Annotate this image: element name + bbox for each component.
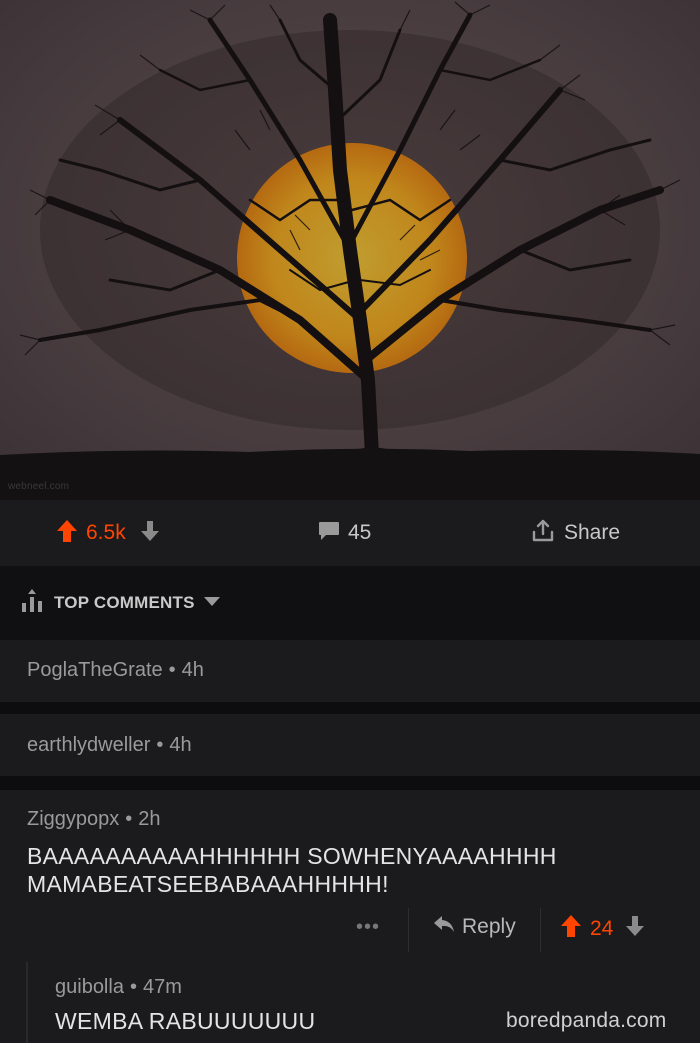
comment-action-bar: ••• Reply 24 [0, 904, 700, 956]
comment-author[interactable]: earthlydweller [27, 734, 150, 756]
image-watermark: webneel.com [8, 481, 70, 492]
reply-body: WEMBA RABUUUUUUU [55, 1008, 316, 1034]
reply-label: Reply [462, 914, 516, 938]
post-action-bar: 6.5k 45 Share [0, 500, 700, 566]
more-options-button[interactable]: ••• [356, 916, 380, 939]
collapsed-comment[interactable]: PoglaTheGrate • 4h [0, 640, 700, 702]
comment-author[interactable]: Ziggypopx [27, 808, 119, 830]
comment-meta: earthlydweller • 4h [27, 734, 192, 756]
post-score: 6.5k [86, 521, 126, 544]
comment-score: 24 [590, 916, 614, 940]
reply-author[interactable]: guibolla [55, 976, 124, 998]
comments-button[interactable]: 45 [318, 500, 371, 566]
reply-age: 47m [142, 976, 182, 998]
comment-sort-bar[interactable]: TOP COMMENTS [0, 566, 700, 640]
comment-body-line: MAMABEATSEEBABAAAHHHHH! [27, 871, 389, 897]
divider [0, 776, 700, 790]
share-button[interactable]: Share [530, 500, 620, 566]
divider [408, 908, 409, 952]
ground [0, 448, 700, 500]
comment-age: 2h [138, 808, 161, 830]
comments-count: 45 [348, 521, 372, 544]
comment-bubble-icon [318, 521, 340, 546]
reply-button[interactable]: Reply [432, 914, 516, 939]
comment-body-line: BAAAAAAAAAAHHHHHH SOWHENYAAAAHHHH [27, 843, 557, 869]
sort-dropdown[interactable]: TOP COMMENTS [20, 566, 221, 640]
tree-sunset-illustration [0, 0, 700, 500]
divider [540, 908, 541, 952]
upvote-icon[interactable] [560, 914, 582, 943]
reply-meta: guibolla • 47m [55, 976, 182, 998]
top-rank-icon [20, 588, 46, 618]
sort-label: TOP COMMENTS [54, 593, 195, 612]
collapsed-comment[interactable]: earthlydweller • 4h [0, 714, 700, 776]
share-icon [530, 518, 556, 549]
divider [0, 702, 700, 714]
comment-age: 4h [169, 734, 192, 756]
site-watermark: boredpanda.com [506, 1009, 667, 1032]
reply-arrow-icon [432, 914, 456, 939]
upvote-icon[interactable] [56, 519, 78, 548]
post-image[interactable] [0, 0, 700, 500]
comment-vote-group: 24 [560, 914, 645, 943]
downvote-icon[interactable] [140, 520, 160, 547]
comment-meta: Ziggypopx • 2h [27, 808, 161, 830]
downvote-icon[interactable] [625, 915, 645, 942]
share-label: Share [564, 521, 621, 544]
comment-author[interactable]: PoglaTheGrate [27, 659, 163, 681]
thread-line [26, 962, 28, 1043]
comment-age: 4h [181, 659, 204, 681]
chevron-down-icon [203, 594, 221, 612]
post-vote-group: 6.5k [56, 500, 160, 566]
comment-meta: PoglaTheGrate • 4h [27, 659, 204, 681]
